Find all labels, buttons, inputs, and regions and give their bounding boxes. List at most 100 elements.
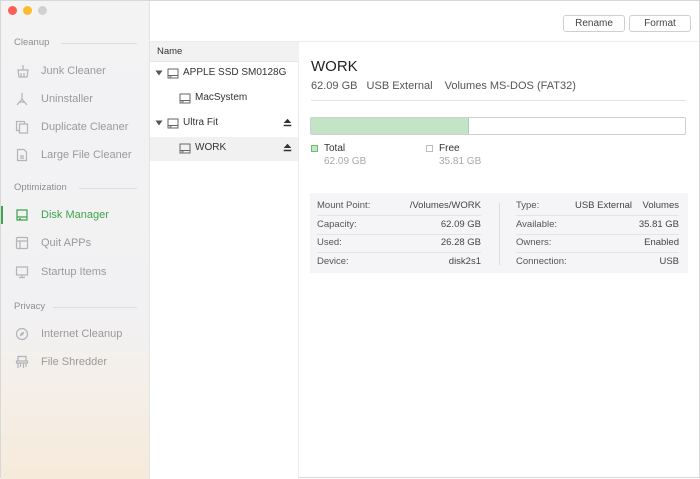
volume-icon xyxy=(179,143,191,154)
device-label: MacSystem xyxy=(195,92,248,103)
sidebar-item-junk-cleaner[interactable]: Junk Cleaner xyxy=(1,59,149,83)
sidebar-item-label: Junk Cleaner xyxy=(41,65,106,77)
sidebar-item-label: Quit APPs xyxy=(41,237,92,249)
info-column-divider xyxy=(499,203,500,265)
sidebar-item-label: Duplicate Cleaner xyxy=(41,121,129,133)
rename-button[interactable]: Rename xyxy=(563,15,625,32)
duplicate-icon xyxy=(15,120,29,134)
sidebar-item-uninstaller[interactable]: Uninstaller xyxy=(1,87,149,111)
info-row: Type: USB External Volumes xyxy=(516,198,679,216)
eject-icon[interactable] xyxy=(283,143,292,152)
info-key: Owners: xyxy=(516,237,552,248)
sidebar-item-file-shredder[interactable]: File Shredder xyxy=(1,350,149,374)
info-row: Mount Point: /Volumes/WORK xyxy=(317,198,481,216)
section-divider xyxy=(61,43,137,44)
sidebar-item-label: Disk Manager xyxy=(41,209,109,221)
info-key: Type: xyxy=(516,200,540,211)
legend-total-label: Total xyxy=(324,143,346,154)
info-key: Device: xyxy=(317,256,349,267)
legend-free-value: 35.81 GB xyxy=(439,156,482,167)
volume-size: 62.09 GB xyxy=(311,80,358,92)
volume-format: Volumes MS-DOS (FAT32) xyxy=(444,80,576,92)
legend-swatch-free xyxy=(426,145,433,152)
device-row-work[interactable]: WORK xyxy=(150,137,298,161)
info-key: Mount Point: xyxy=(317,200,371,211)
device-list-header[interactable]: Name xyxy=(150,42,299,62)
info-row: Connection: USB xyxy=(516,254,679,272)
section-label-optimization: Optimization xyxy=(14,182,67,193)
zoom-window-button[interactable] xyxy=(38,6,47,15)
volume-icon xyxy=(179,93,191,104)
info-key: Capacity: xyxy=(317,219,357,230)
disclosure-triangle-down-icon[interactable] xyxy=(155,69,163,77)
device-row-apple-ssd[interactable]: APPLE SSD SM0128G xyxy=(150,62,298,86)
info-key: Available: xyxy=(516,219,558,230)
broom-icon xyxy=(17,65,29,78)
legend-swatch-used xyxy=(311,145,318,152)
info-row: Available: 35.81 GB xyxy=(516,217,679,235)
column-header-name: Name xyxy=(157,46,183,57)
window-controls xyxy=(8,6,47,15)
info-value: 62.09 GB xyxy=(440,219,481,230)
device-label: WORK xyxy=(195,142,227,153)
section-label-privacy: Privacy xyxy=(14,301,46,312)
large-file-icon xyxy=(16,148,28,162)
sidebar-item-startup-items[interactable]: Startup Items xyxy=(1,260,149,284)
sidebar-item-label: File Shredder xyxy=(41,356,108,368)
sidebar-item-duplicate-cleaner[interactable]: Duplicate Cleaner xyxy=(1,115,149,139)
sidebar-item-disk-manager[interactable]: Disk Manager xyxy=(1,203,149,227)
summary-divider xyxy=(311,100,686,101)
sidebar-item-label: Startup Items xyxy=(41,266,107,278)
quit-apps-icon xyxy=(15,236,29,250)
device-label: Ultra Fit xyxy=(183,117,218,128)
info-value: 26.28 GB xyxy=(440,237,481,248)
disk-usage-fill xyxy=(311,118,470,134)
close-window-button[interactable] xyxy=(8,6,17,15)
minimize-window-button[interactable] xyxy=(23,6,32,15)
app-window: Cleanup Junk Cleaner Uninstaller Duplica… xyxy=(0,0,700,479)
legend-total-value: 62.09 GB xyxy=(324,156,367,167)
sidebar-item-large-file-cleaner[interactable]: Large File Cleaner xyxy=(1,143,149,167)
info-key: Connection: xyxy=(516,256,567,267)
format-button[interactable]: Format xyxy=(629,15,691,32)
info-key: Used: xyxy=(317,237,342,248)
info-row: Device: disk2s1 xyxy=(317,254,481,272)
startup-icon xyxy=(15,266,29,279)
device-row-macsystem[interactable]: MacSystem xyxy=(150,87,298,111)
section-divider xyxy=(79,188,137,189)
info-value: disk2s1 xyxy=(448,256,481,267)
section-divider xyxy=(53,307,137,308)
section-label-cleanup: Cleanup xyxy=(14,37,50,48)
sidebar-item-label: Internet Cleanup xyxy=(41,328,123,340)
volume-title: WORK xyxy=(311,58,358,75)
disk-usage-bar xyxy=(310,117,686,135)
disk-icon xyxy=(16,209,28,221)
hard-drive-icon xyxy=(167,68,179,79)
info-row: Owners: Enabled xyxy=(516,235,679,253)
info-row: Capacity: 62.09 GB xyxy=(317,217,481,235)
volume-detail-panel: WORK 62.09 GB USB External Volumes MS-DO… xyxy=(299,42,700,479)
sidebar-item-label: Uninstaller xyxy=(41,93,93,105)
info-value: USB xyxy=(659,256,679,267)
sidebar-item-quit-apps[interactable]: Quit APPs xyxy=(1,231,149,255)
disclosure-triangle-down-icon[interactable] xyxy=(155,119,163,127)
device-label: APPLE SSD SM0128G xyxy=(183,67,287,78)
shredder-icon xyxy=(15,355,29,368)
info-value: USB External Volumes xyxy=(574,200,679,211)
info-row: Used: 26.28 GB xyxy=(317,235,481,253)
volume-info-table: Mount Point: /Volumes/WORK Capacity: 62.… xyxy=(310,193,688,273)
info-value: 35.81 GB xyxy=(638,219,679,230)
device-list: Name APPLE SSD SM0128G MacSystem Ultra F… xyxy=(150,42,299,479)
info-value: /Volumes/WORK xyxy=(409,200,481,211)
info-value: Enabled xyxy=(644,237,679,248)
sidebar-item-internet-cleanup[interactable]: Internet Cleanup xyxy=(1,322,149,346)
eject-icon[interactable] xyxy=(283,118,292,127)
sidebar: Cleanup Junk Cleaner Uninstaller Duplica… xyxy=(1,1,150,479)
device-row-ultra-fit[interactable]: Ultra Fit xyxy=(150,112,298,136)
compass-icon xyxy=(15,327,29,341)
sidebar-item-label: Large File Cleaner xyxy=(41,149,132,161)
uninstall-icon xyxy=(16,93,28,106)
volume-summary: 62.09 GB USB External Volumes MS-DOS (FA… xyxy=(311,80,582,92)
volume-bus: USB External xyxy=(366,80,433,92)
usb-drive-icon xyxy=(167,118,179,129)
